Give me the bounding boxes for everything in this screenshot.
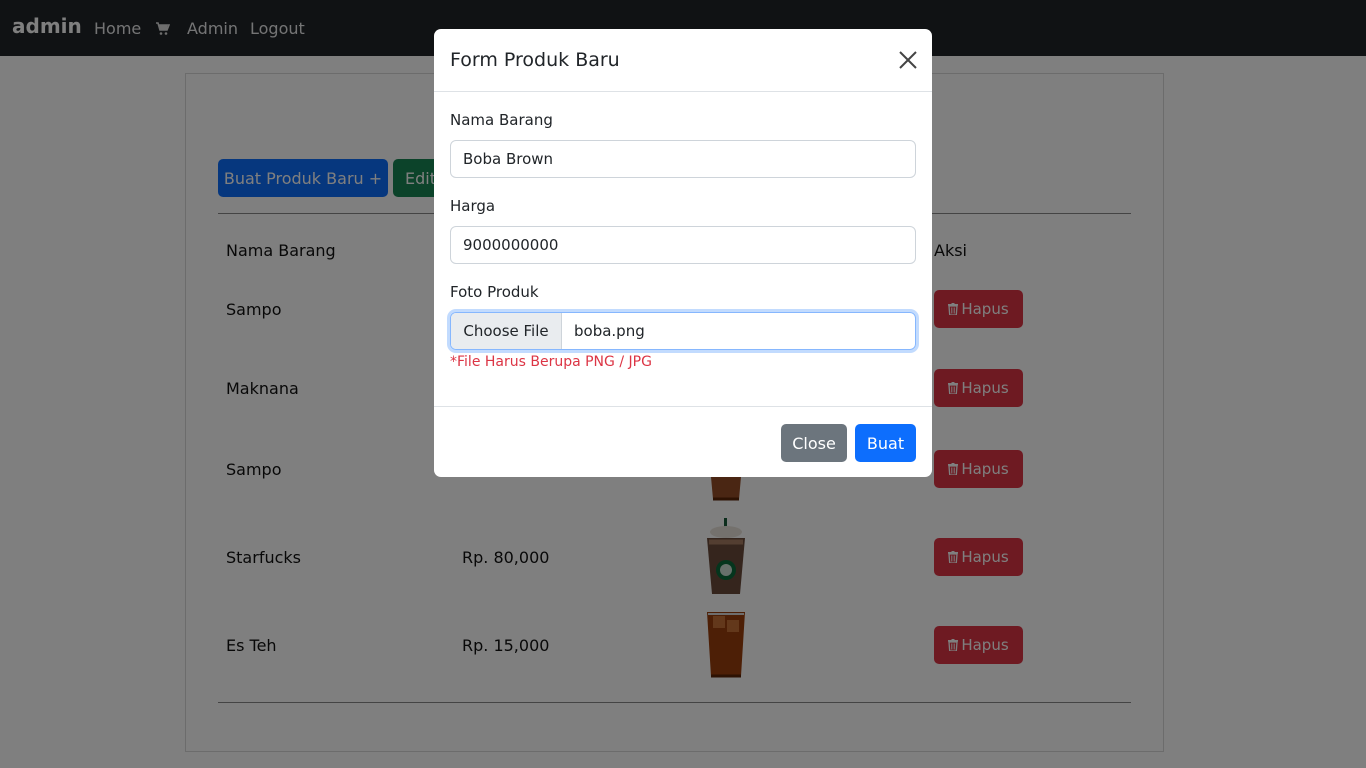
- new-product-modal: Form Produk Baru Nama Barang Boba Brown …: [434, 29, 932, 477]
- file-help-text: *File Harus Berupa PNG / JPG: [450, 354, 652, 370]
- name-input[interactable]: Boba Brown: [450, 140, 916, 178]
- close-button[interactable]: Close: [781, 424, 847, 462]
- submit-button[interactable]: Buat: [855, 424, 916, 462]
- choose-file-button[interactable]: Choose File: [451, 313, 562, 349]
- photo-label: Foto Produk: [450, 283, 539, 301]
- modal-header: Form Produk Baru: [434, 29, 932, 92]
- modal-footer: Close Buat: [434, 406, 932, 477]
- price-label: Harga: [450, 197, 496, 215]
- file-input[interactable]: Choose File boba.png: [450, 312, 916, 350]
- close-icon[interactable]: [898, 50, 918, 70]
- file-name: boba.png: [574, 322, 645, 340]
- name-label: Nama Barang: [450, 111, 553, 129]
- price-input[interactable]: 9000000000: [450, 226, 916, 264]
- modal-title: Form Produk Baru: [450, 49, 620, 71]
